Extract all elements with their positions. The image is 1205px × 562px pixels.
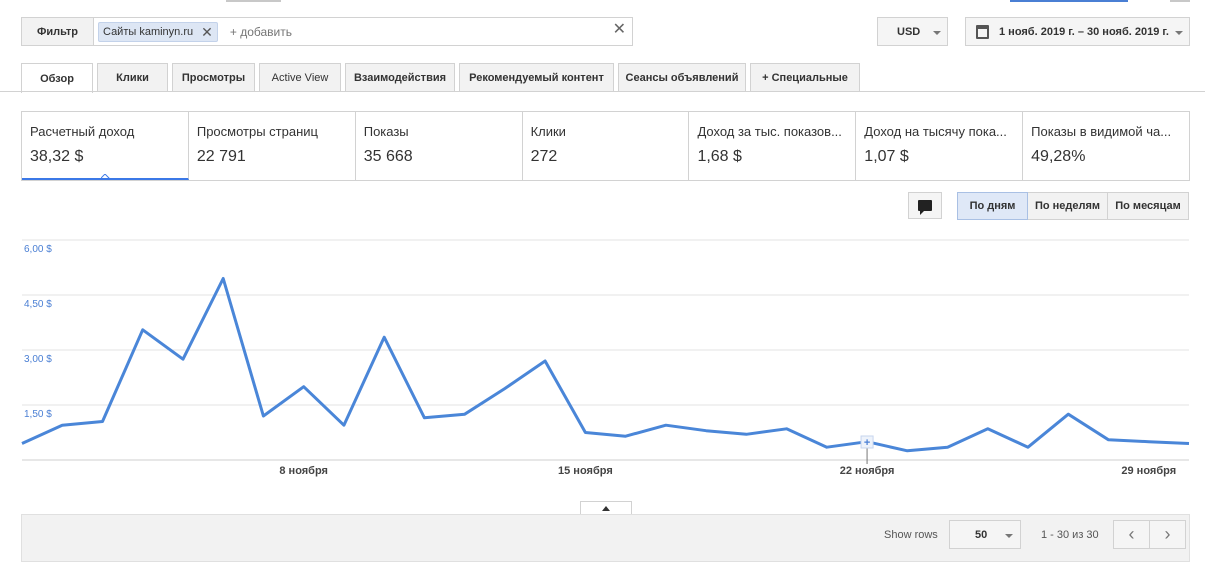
selected-notch [101, 174, 111, 178]
period-daily-button[interactable]: По дням [957, 192, 1028, 220]
y-tick-label: 3,00 $ [24, 354, 52, 365]
rows-per-page-value: 50 [975, 528, 988, 541]
tab-views[interactable]: Просмотры [172, 63, 255, 92]
tab-clicks[interactable]: Клики [97, 63, 168, 92]
currency-select[interactable]: USD [877, 17, 948, 46]
chevron-left-icon: ‹ [1128, 524, 1135, 544]
rows-per-page-select[interactable]: 50 [949, 520, 1021, 549]
top-fragment-blue [1010, 0, 1128, 2]
next-page-button[interactable]: › [1149, 520, 1186, 549]
metric-value: 272 [530, 148, 558, 165]
chevron-down-icon [933, 31, 941, 35]
show-rows-label: Show rows [884, 529, 938, 541]
table-panel: Show rows 50 1 - 30 из 30 ‹ › [21, 514, 1190, 562]
x-tick-label: 29 ноября [1121, 465, 1176, 477]
x-tick-label: 8 ноября [279, 465, 328, 477]
period-weekly-button[interactable]: По неделям [1027, 192, 1108, 220]
prev-page-button[interactable]: ‹ [1113, 520, 1150, 549]
metrics-row: Расчетный доход 38,32 $ Просмотры страни… [21, 111, 1190, 181]
metric-impression-rpm[interactable]: Доход на тысячу пока... 1,07 $ [856, 112, 1024, 180]
metric-label: Показы [363, 124, 409, 139]
metric-label: Доход на тысячу пока... [864, 124, 1007, 139]
metric-rpm[interactable]: Доход за тыс. показов... 1,68 $ [689, 112, 857, 180]
chevron-right-icon: › [1164, 524, 1171, 544]
metric-value: 38,32 $ [30, 148, 84, 165]
metric-value: 1,07 $ [864, 148, 909, 165]
filter-bar: Фильтр Сайты kaminyn.ru ✕ ✕ [21, 17, 633, 46]
collapse-chart-button[interactable] [580, 501, 632, 515]
metric-estimated-revenue[interactable]: Расчетный доход 38,32 $ [22, 112, 189, 180]
y-tick-label: 4,50 $ [24, 299, 52, 310]
y-tick-label: 1,50 $ [24, 409, 52, 420]
metric-label: Клики [530, 124, 566, 139]
annotations-button[interactable] [908, 192, 942, 219]
metric-label: Расчетный доход [30, 124, 135, 139]
tab-recommended-content[interactable]: Рекомендуемый контент [459, 63, 614, 92]
calendar-icon [976, 24, 989, 39]
metric-viewability[interactable]: Показы в видимой ча... 49,28% [1023, 112, 1189, 180]
tab-overview[interactable]: Обзор [21, 63, 93, 93]
revenue-line-chart: 1,50 $ 3,00 $ 4,50 $ 6,00 $ 8 ноября 15 ноябр… [21, 239, 1190, 477]
series-line [21, 277, 1190, 453]
date-range-value: 1 нояб. 2019 г. – 30 нояб. 2019 г. [999, 25, 1169, 38]
chevron-down-icon [1175, 31, 1183, 35]
comment-icon [918, 200, 932, 215]
filter-chip[interactable]: Сайты kaminyn.ru ✕ [98, 21, 218, 42]
metric-impressions[interactable]: Показы 35 668 [356, 112, 523, 180]
tab-ad-sessions[interactable]: Сеансы объявлений [618, 63, 746, 92]
metric-label: Доход за тыс. показов... [697, 124, 842, 139]
metric-value: 1,68 $ [697, 148, 742, 165]
top-fragment [226, 0, 281, 2]
add-filter-input[interactable] [229, 24, 560, 39]
x-tick-label: 22 ноября [840, 465, 895, 477]
filter-button[interactable]: Фильтр [22, 18, 94, 45]
metric-value: 35 668 [363, 148, 413, 165]
metric-value: 49,28% [1031, 148, 1086, 165]
chevron-down-icon [1005, 534, 1013, 538]
pagination-range: 1 - 30 из 30 [1041, 529, 1099, 541]
metric-value: 22 791 [196, 148, 246, 165]
clear-filter-icon[interactable]: ✕ [613, 22, 626, 38]
x-tick-label: 15 ноября [558, 465, 613, 477]
currency-value: USD [897, 25, 921, 38]
date-range-select[interactable]: 1 нояб. 2019 г. – 30 нояб. 2019 г. [965, 17, 1190, 46]
metric-clicks[interactable]: Клики 272 [523, 112, 690, 180]
tabs-divider [0, 91, 1205, 92]
metric-label: Показы в видимой ча... [1031, 124, 1172, 139]
top-fragment-right [1170, 0, 1190, 2]
y-tick-label: 6,00 $ [24, 244, 52, 255]
period-toggle: По дням По неделям По месяцам [957, 192, 1189, 220]
period-monthly-button[interactable]: По месяцам [1107, 192, 1189, 220]
chip-remove-icon[interactable]: ✕ [201, 25, 213, 39]
metric-label: Просмотры страниц [196, 124, 318, 139]
tab-interactions[interactable]: Взаимодействия [345, 63, 455, 92]
report-tabs: Обзор Клики Просмотры Active View Взаимо… [21, 63, 864, 93]
tab-active-view[interactable]: Active View [259, 63, 341, 92]
metric-page-views[interactable]: Просмотры страниц 22 791 [189, 112, 356, 180]
tab-custom[interactable]: + Специальные [750, 63, 860, 92]
filter-chip-label: Сайты kaminyn.ru [103, 25, 194, 38]
plus-icon: + [864, 437, 870, 449]
chevron-up-icon [602, 506, 610, 511]
